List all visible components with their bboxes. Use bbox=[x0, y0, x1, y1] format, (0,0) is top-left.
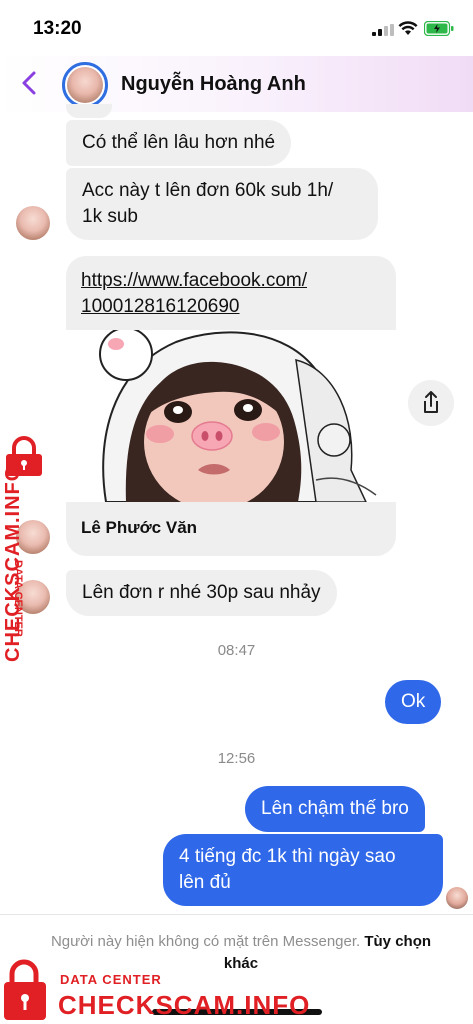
status-bar: 13:20 bbox=[0, 0, 473, 56]
link-preview-title[interactable]: Lê Phước Văn bbox=[81, 518, 197, 538]
notice-text: Người này hiện không có mặt trên Messeng… bbox=[50, 933, 361, 950]
watermark-lock-icon bbox=[4, 959, 46, 1020]
message-incoming[interactable]: Có thể lên lâu hơn nhé bbox=[66, 120, 292, 166]
share-icon bbox=[424, 391, 438, 413]
message-incoming[interactable]: Acc này t lên đơn 60k sub 1h/ 1k sub bbox=[66, 168, 378, 240]
message-outgoing[interactable]: Ok bbox=[385, 680, 442, 724]
timestamp: 12:56 bbox=[217, 750, 256, 767]
contact-name[interactable]: Nguyễn Hoàng Anh bbox=[121, 73, 306, 96]
profile-link[interactable]: https://www.facebook.com/ 10001281612069… bbox=[81, 268, 381, 320]
sender-avatar[interactable] bbox=[16, 206, 50, 240]
seen-avatar bbox=[446, 887, 468, 909]
message-incoming[interactable]: Lên đơn r nhé 30p sau nhảy bbox=[66, 570, 337, 616]
contact-avatar[interactable] bbox=[62, 62, 108, 108]
watermark-label: DATA CENTER bbox=[60, 972, 162, 987]
link-preview-card[interactable]: https://www.facebook.com/ 10001281612069… bbox=[66, 256, 396, 556]
status-time: 13:20 bbox=[33, 18, 82, 39]
share-button[interactable] bbox=[408, 380, 454, 426]
message-line: 4 tiếng đc 1k thì ngày sao bbox=[179, 846, 396, 867]
battery-icon bbox=[424, 21, 454, 36]
timestamp: 08:47 bbox=[217, 642, 256, 659]
profile-photo bbox=[66, 330, 396, 502]
wifi-icon bbox=[398, 21, 418, 35]
signal-icon bbox=[372, 24, 394, 36]
link-preview-image[interactable] bbox=[66, 330, 396, 502]
watermark-brand: CHECKSCAM.INFO bbox=[58, 990, 311, 1020]
message-line: Acc này t lên đơn 60k sub 1h/ bbox=[82, 180, 334, 201]
message-line: lên đủ bbox=[179, 872, 231, 893]
message-outgoing[interactable]: 4 tiếng đc 1k thì ngày sao lên đủ bbox=[163, 834, 443, 906]
watermark-label-vertical: DATA CENTER bbox=[12, 560, 24, 637]
message-incoming[interactable] bbox=[66, 104, 112, 118]
message-outgoing[interactable]: Lên chậm thế bro bbox=[245, 786, 425, 832]
message-line: 1k sub bbox=[82, 206, 138, 227]
watermark-bottom: DATA CENTER CHECKSCAM.INFO bbox=[0, 958, 309, 1024]
message-list[interactable]: Có thể lên lâu hơn nhé Acc này t lên đơn… bbox=[0, 104, 473, 912]
back-arrow-icon[interactable] bbox=[16, 68, 44, 98]
